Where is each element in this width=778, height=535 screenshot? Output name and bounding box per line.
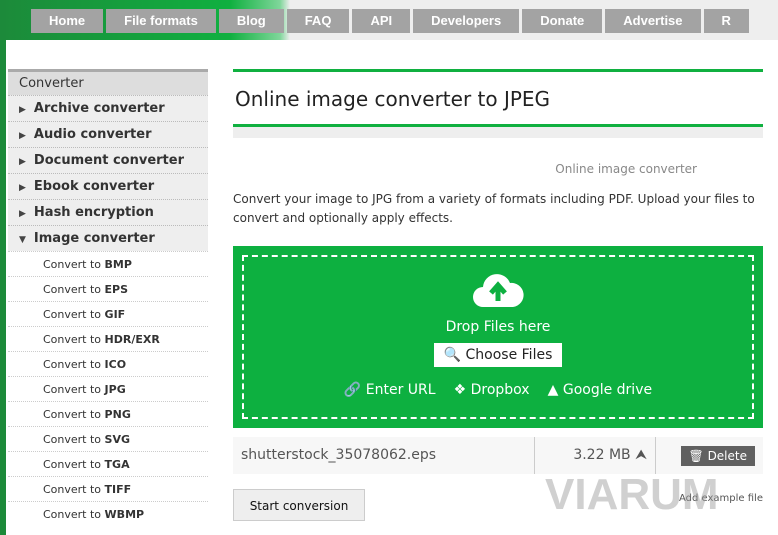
subitem-prefix: Convert to (43, 358, 102, 371)
drop-zone[interactable]: Drop Files here 🔍 Choose Files 🔗 Enter U… (233, 246, 763, 428)
sidebar-item[interactable]: ▶ Hash encryption (8, 199, 208, 225)
sidebar-item[interactable]: ▶ Ebook converter (8, 173, 208, 199)
nav-faq[interactable]: FAQ (286, 9, 350, 33)
subitem-format: BMP (104, 258, 132, 271)
subitem-format: EPS (104, 283, 129, 296)
nav-file-formats[interactable]: File formats (106, 9, 216, 33)
sidebar-item-label: Ebook converter (33, 179, 155, 194)
google-drive-label: Google drive (562, 382, 653, 398)
trash-icon: 🗑 (688, 448, 708, 463)
subitem-prefix: Convert to (43, 433, 102, 446)
nav-donate[interactable]: Donate (522, 9, 603, 33)
subitem-format: SVG (104, 433, 131, 446)
google-drive-link[interactable]: ▲ Google drive (548, 382, 652, 398)
sidebar-subitem[interactable]: Convert to PNG (8, 401, 208, 426)
subitem-format: JPG (104, 383, 126, 396)
sidebar-item-label: Hash encryption (33, 205, 154, 220)
subitem-format: HDR/EXR (104, 333, 160, 346)
sidebar-item[interactable]: ▶ Document converter (8, 147, 208, 173)
subitem-prefix: Convert to (43, 283, 102, 296)
nav-home[interactable]: Home (31, 9, 104, 33)
subitem-prefix: Convert to (43, 508, 102, 521)
dropbox-link[interactable]: ❖ Dropbox (454, 382, 530, 398)
caret-right-icon: ▶ (19, 105, 26, 115)
sidebar-item-label: Archive converter (33, 101, 165, 116)
subitem-prefix: Convert to (43, 258, 102, 271)
file-name: shutterstock_35078062.eps (233, 437, 535, 474)
cloud-upload-icon (244, 271, 752, 313)
nav-developers[interactable]: Developers (413, 9, 520, 33)
dropbox-label: Dropbox (470, 382, 530, 398)
search-icon: 🔍 (443, 347, 466, 363)
subitem-format: GIF (104, 308, 126, 321)
subitem-format: TIFF (104, 483, 132, 496)
caret-right-icon: ▶ (19, 183, 26, 193)
sidebar-subitem[interactable]: Convert to JPG (8, 376, 208, 401)
upload-icon: ⮝ (635, 447, 647, 463)
start-conversion-button[interactable]: Start conversion (233, 489, 365, 521)
main-nav: Home File formats Blog FAQ API Developer… (31, 9, 749, 33)
sidebar-item[interactable]: ▼ Image converter (8, 225, 208, 251)
choose-files-button[interactable]: 🔍 Choose Files (433, 343, 563, 367)
sidebar-subitem[interactable]: Convert to BMP (8, 251, 208, 276)
sidebar-subitem[interactable]: Convert to WBMP (8, 501, 208, 526)
sidebar-subitem[interactable]: Convert to EPS (8, 276, 208, 301)
sidebar: Converter ▶ Archive converter ▶ Audio conve… (8, 69, 208, 526)
subitem-prefix: Convert to (43, 458, 102, 471)
subitem-format: PNG (104, 408, 131, 421)
description: Convert your image to JPG from a variety… (233, 192, 755, 225)
subitem-prefix: Convert to (43, 308, 102, 321)
delete-button[interactable]: 🗑 Delete (680, 445, 755, 466)
subitem-prefix: Convert to (43, 383, 102, 396)
caret-down-icon: ▼ (19, 235, 26, 245)
delete-label: Delete (707, 448, 747, 463)
subitem-format: ICO (104, 358, 127, 371)
sidebar-subitem[interactable]: Convert to TGA (8, 451, 208, 476)
main-content: Online image converter to JPEG Online im… (233, 69, 763, 521)
subtitle: Online image converter (555, 162, 697, 176)
link-icon: 🔗 (343, 382, 362, 398)
nav-blog[interactable]: Blog (218, 9, 284, 33)
drop-files-text: Drop Files here (445, 319, 551, 335)
subitem-format: TGA (104, 458, 130, 471)
sidebar-subitem[interactable]: Convert to TIFF (8, 476, 208, 501)
sidebar-subitem[interactable]: Convert to HDR/EXR (8, 326, 208, 351)
enter-url-label: Enter URL (365, 382, 436, 398)
caret-right-icon: ▶ (19, 131, 26, 141)
enter-url-link[interactable]: 🔗 Enter URL (344, 382, 436, 398)
choose-files-label: Choose Files (465, 347, 553, 363)
left-edge (0, 0, 6, 535)
subitem-prefix: Convert to (43, 333, 102, 346)
sidebar-item-label: Audio converter (33, 127, 152, 142)
dropbox-icon: ❖ (453, 382, 467, 398)
sidebar-subitem[interactable]: Convert to ICO (8, 351, 208, 376)
divider (233, 124, 763, 138)
nav-api[interactable]: API (352, 9, 411, 33)
sidebar-item-label: Document converter (33, 153, 184, 168)
subitem-format: WBMP (104, 508, 145, 521)
file-size-value: 3.22 MB (573, 447, 631, 463)
page-title: Online image converter to JPEG (235, 87, 551, 111)
google-drive-icon: ▲ (547, 382, 559, 398)
nav-advertise[interactable]: Advertise (605, 9, 701, 33)
caret-right-icon: ▶ (19, 209, 26, 219)
subitem-prefix: Convert to (43, 408, 102, 421)
nav-more[interactable]: R (703, 9, 749, 33)
file-row: shutterstock_35078062.eps 3.22 MB ⮝ 🗑 De… (233, 437, 763, 474)
sidebar-subitem[interactable]: Convert to GIF (8, 301, 208, 326)
caret-right-icon: ▶ (19, 157, 26, 167)
sidebar-header: Converter (8, 69, 208, 95)
sidebar-subitem[interactable]: Convert to SVG (8, 426, 208, 451)
sidebar-item-label: Image converter (33, 231, 155, 246)
file-size: 3.22 MB ⮝ (535, 437, 656, 474)
subitem-prefix: Convert to (43, 483, 102, 496)
watermark: VIARUM (545, 470, 719, 519)
sidebar-item[interactable]: ▶ Archive converter (8, 95, 208, 121)
sidebar-item[interactable]: ▶ Audio converter (8, 121, 208, 147)
